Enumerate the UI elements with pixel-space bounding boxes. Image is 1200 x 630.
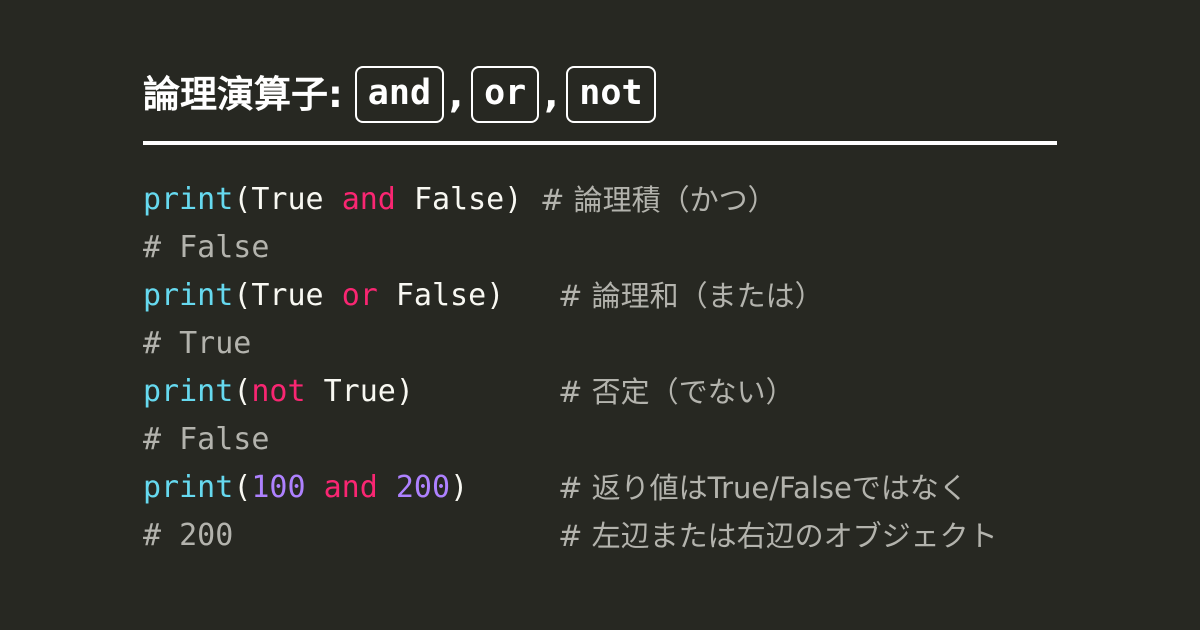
code-token-comment: # 200 (143, 518, 234, 553)
code-token-keyword: not (251, 374, 306, 409)
keyword-box-or: or (471, 65, 540, 123)
code-token-function: print (143, 470, 234, 505)
code-token-number: 200 (395, 470, 451, 505)
code-token-punct: ( (233, 182, 252, 217)
code-line: # False (143, 224, 1103, 272)
title-separator-1: , (449, 72, 464, 116)
code-token-punct: ) (395, 374, 414, 409)
code-line: # False (143, 416, 1103, 464)
code-token-function: print (143, 374, 234, 409)
code-token-punct: ( (233, 278, 252, 313)
code-token-punct (378, 470, 396, 505)
code-line: print(True and False) # 論理積（かつ） (143, 176, 1103, 224)
code-token-const: False (413, 182, 505, 217)
code-token-punct (306, 470, 324, 505)
code-block: print(True and False) # 論理積（かつ） # False pri… (143, 176, 1103, 560)
code-token-punct (396, 182, 414, 217)
code-comment: # 返り値はTrue/Falseではなく (558, 471, 968, 505)
code-comment: # 否定（でない） (558, 375, 795, 409)
code-line: # 200 # 左辺または右辺のオブジェクト (143, 512, 1103, 560)
page-title-prefix: 論理演算子: (143, 72, 343, 116)
code-comment: # 論理積（かつ） (540, 183, 777, 217)
code-token-comment: # False (143, 422, 270, 457)
code-token-punct (378, 278, 396, 313)
code-token-punct: ( (233, 470, 252, 505)
page-title: 論理演算子: and , or , not (143, 0, 1057, 140)
code-token-function: print (143, 182, 234, 217)
title-separator-2: , (544, 72, 559, 116)
code-comment: # 論理和（または） (558, 279, 824, 313)
code-token-function: print (143, 278, 234, 313)
slide-root: 論理演算子: and , or , not print(True and Fal… (0, 0, 1200, 630)
code-line: print(not True) # 否定（でない） (143, 368, 1103, 416)
code-token-keyword: and (341, 182, 396, 217)
code-token-comment: # True (143, 326, 252, 361)
keyword-box-and: and (354, 65, 445, 123)
keyword-box-not: not (566, 65, 656, 123)
code-token-punct (324, 278, 342, 313)
code-token-punct: ) (504, 182, 523, 217)
code-token-punct: ) (486, 278, 505, 313)
code-comment: # 左辺または右辺のオブジェクト (558, 519, 998, 553)
code-token-const: True (251, 182, 324, 217)
code-token-const: True (323, 374, 396, 409)
code-token-number: 100 (251, 470, 306, 505)
code-line: print(100 and 200) # 返り値はTrue/Falseではなく (143, 464, 1103, 512)
code-token-keyword: and (323, 470, 378, 505)
code-token-punct (306, 374, 324, 409)
code-line: # True (143, 320, 1103, 368)
code-line: print(True or False) # 論理和（または） (143, 272, 1103, 320)
code-token-keyword: or (341, 278, 378, 313)
code-token-punct: ( (233, 374, 252, 409)
code-token-const: True (251, 278, 324, 313)
title-divider (143, 141, 1057, 145)
code-token-punct: ) (450, 470, 469, 505)
code-token-comment: # False (143, 230, 270, 265)
code-token-const: False (395, 278, 487, 313)
code-token-punct (324, 182, 342, 217)
